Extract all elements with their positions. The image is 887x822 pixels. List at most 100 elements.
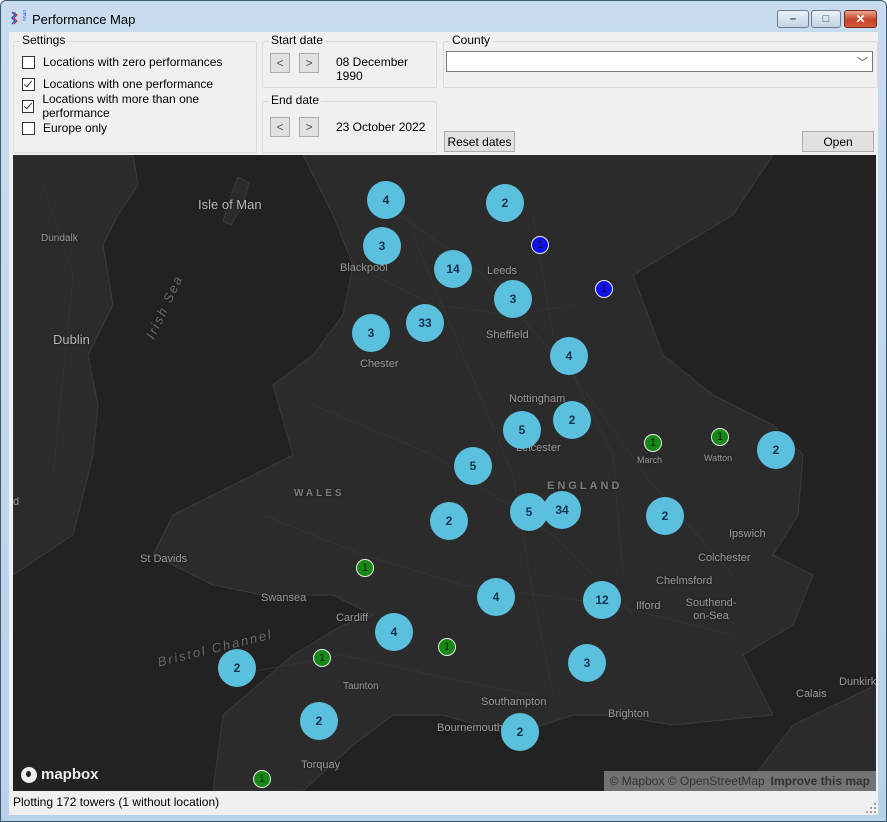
start-date-label: Start date — [269, 33, 326, 47]
cluster-marker[interactable]: 2 — [430, 502, 468, 540]
checkbox-zero-performances[interactable] — [22, 55, 35, 69]
cluster-marker[interactable]: 2 — [218, 649, 256, 687]
place-label: Colchester — [698, 552, 751, 564]
option-zero-performances[interactable]: Locations with zero performances — [22, 54, 222, 70]
place-label: Bournemouth — [437, 722, 504, 734]
cluster-marker[interactable]: 3 — [363, 227, 401, 265]
place-label: Taunton — [343, 681, 379, 692]
performance-map-window: 5040 Performance Map – □ ✕ Settings Loca… — [0, 0, 887, 822]
place-label: Watton — [704, 453, 733, 463]
cluster-marker[interactable]: 3 — [494, 280, 532, 318]
cluster-marker[interactable]: 34 — [543, 491, 581, 529]
cluster-marker[interactable]: 2 — [757, 431, 795, 469]
place-label: Southend-on-Sea — [685, 597, 737, 622]
place-label: Calais — [796, 688, 827, 700]
end-date-value: 23 October 2022 — [336, 120, 426, 134]
minimize-icon: – — [789, 13, 797, 25]
start-date-group: Start date < > 08 December 1990 — [262, 33, 437, 88]
cluster-marker[interactable]: 3 — [352, 314, 390, 352]
cluster-marker[interactable]: 2 — [646, 497, 684, 535]
end-date-prev-button[interactable]: < — [270, 117, 290, 137]
place-label: WALES — [294, 488, 345, 499]
place-label: Southampton — [481, 696, 547, 708]
map-view[interactable]: Isle of Man Dundalk Dublin Irish Sea Bla… — [13, 155, 876, 791]
option-europe-only[interactable]: Europe only — [22, 120, 107, 136]
place-label: Ipswich — [729, 528, 766, 540]
open-button[interactable]: Open — [802, 131, 874, 152]
end-date-group: End date < > 23 October 2022 — [262, 93, 437, 153]
option-label: Locations with more than one performance — [42, 92, 200, 120]
county-dropdown[interactable]: ﹀ — [446, 51, 873, 72]
close-button[interactable]: ✕ — [844, 10, 877, 28]
checkbox-more-than-one[interactable] — [22, 99, 35, 113]
resize-grip-icon[interactable] — [866, 803, 876, 813]
place-label: Chelmsford — [656, 575, 713, 587]
cluster-marker[interactable]: 5 — [454, 447, 492, 485]
client-area: Settings Locations with zero performance… — [9, 32, 878, 815]
cluster-marker[interactable]: 3 — [568, 644, 606, 682]
option-label: Europe only — [43, 121, 108, 135]
improve-map-link[interactable]: Improve this map — [771, 774, 870, 788]
start-date-prev-button[interactable]: < — [270, 53, 290, 73]
maximize-button[interactable]: □ — [811, 10, 841, 28]
single-marker-green[interactable]: 1 — [644, 434, 662, 452]
single-marker-blue[interactable]: 1 — [595, 280, 613, 298]
cluster-marker[interactable]: 4 — [477, 578, 515, 616]
place-label: Sheffield — [486, 329, 529, 341]
place-label: Swansea — [261, 592, 307, 604]
close-icon: ✕ — [855, 12, 866, 26]
place-label: Dunkirk — [839, 676, 876, 688]
cluster-marker[interactable]: 4 — [550, 337, 588, 375]
cluster-marker[interactable]: 14 — [434, 250, 472, 288]
option-more-than-one[interactable]: Locations with more than one performance — [22, 92, 256, 120]
single-marker-blue[interactable]: 1 — [531, 236, 549, 254]
place-label: Torquay — [301, 759, 341, 771]
place-label: St Davids — [140, 553, 188, 565]
place-label: Brighton — [608, 708, 649, 720]
checkbox-europe-only[interactable] — [22, 121, 35, 135]
settings-label: Settings — [20, 33, 68, 47]
settings-group: Settings Locations with zero performance… — [13, 33, 257, 153]
end-date-label: End date — [269, 93, 322, 107]
start-date-next-button[interactable]: > — [299, 53, 319, 73]
single-marker-green[interactable]: 1 — [711, 428, 729, 446]
place-label: Dundalk — [41, 233, 78, 244]
app-icon: 5040 — [10, 10, 26, 25]
single-marker-green[interactable]: 1 — [313, 649, 331, 667]
single-marker-green[interactable]: 1 — [438, 638, 456, 656]
cluster-marker[interactable]: 5 — [503, 411, 541, 449]
end-date-next-button[interactable]: > — [299, 117, 319, 137]
place-label: Leeds — [487, 265, 517, 277]
reset-dates-button[interactable]: Reset dates — [444, 131, 515, 152]
place-label: Dublin — [53, 332, 90, 347]
cluster-marker[interactable]: 12 — [583, 581, 621, 619]
status-text: Plotting 172 towers (1 without location) — [13, 795, 220, 809]
land-ireland — [13, 155, 139, 576]
cluster-marker[interactable]: 2 — [553, 401, 591, 439]
svg-text:5040: 5040 — [23, 10, 26, 21]
place-label: Chester — [360, 358, 399, 370]
county-label: County — [450, 33, 493, 47]
option-label: Locations with one performance — [43, 77, 214, 91]
option-one-performance[interactable]: Locations with one performance — [22, 76, 213, 92]
place-label: March — [637, 455, 663, 465]
single-marker-green[interactable]: 1 — [253, 770, 271, 788]
minimize-button[interactable]: – — [777, 10, 809, 28]
cluster-marker[interactable]: 2 — [300, 702, 338, 740]
single-marker-green[interactable]: 1 — [356, 559, 374, 577]
mapbox-logo-text: mapbox — [41, 766, 99, 783]
cluster-marker[interactable]: 4 — [367, 181, 405, 219]
chevron-down-icon: ﹀ — [857, 57, 868, 69]
mapbox-logo[interactable]: mapbox — [21, 766, 99, 783]
cluster-marker[interactable]: 2 — [501, 713, 539, 751]
option-label: Locations with zero performances — [43, 55, 223, 69]
place-label: Nottingham — [509, 393, 566, 405]
place-label: ENGLAND — [547, 480, 623, 492]
place-label: Ilford — [636, 600, 661, 612]
attribution-text[interactable]: © Mapbox © OpenStreetMap — [610, 774, 765, 788]
cluster-marker[interactable]: 33 — [406, 304, 444, 342]
checkbox-one-performance[interactable] — [22, 77, 35, 91]
place-label: Cardiff — [336, 612, 369, 624]
cluster-marker[interactable]: 2 — [486, 184, 524, 222]
cluster-marker[interactable]: 4 — [375, 613, 413, 651]
